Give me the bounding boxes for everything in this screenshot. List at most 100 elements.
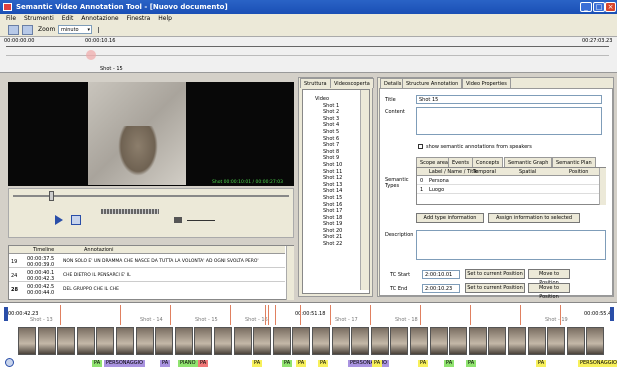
tab-videoscoperta[interactable]: Videoscoperta <box>330 78 374 88</box>
annotation-tag[interactable]: PA <box>418 360 429 367</box>
frame-thumbnail[interactable] <box>116 327 134 355</box>
annotation-tag[interactable]: PERSONAGGIO <box>104 360 145 367</box>
maximize-icon[interactable]: □ <box>593 2 605 12</box>
frame-thumbnail[interactable] <box>351 327 370 355</box>
frame-thumbnail[interactable] <box>174 327 193 355</box>
subtab-semantic-graph[interactable]: Semantic Graph <box>504 157 553 167</box>
annotation-tag[interactable]: PA <box>198 360 209 367</box>
annotation-tag[interactable]: PA <box>252 360 263 367</box>
title-input[interactable]: Shot 15 <box>416 95 602 104</box>
frame-thumbnail[interactable] <box>214 327 232 355</box>
frame-thumbnail[interactable] <box>312 327 330 355</box>
stop-icon[interactable] <box>71 215 81 225</box>
annotation-tag[interactable]: PA <box>444 360 455 367</box>
speakers-checkbox[interactable] <box>418 144 423 149</box>
frame-thumbnail[interactable] <box>508 327 526 355</box>
frame-thumbnail[interactable] <box>96 327 115 355</box>
annotation-tag[interactable]: PA <box>318 360 329 367</box>
zoom-select[interactable]: minuto ▾ <box>58 25 92 34</box>
tab-structure[interactable]: Struttura <box>300 78 331 88</box>
annotation-tag[interactable]: PA <box>160 360 171 367</box>
annotation-tag[interactable]: PERSONAGGIO <box>348 360 389 367</box>
left-marker[interactable] <box>4 307 8 321</box>
frame-thumbnail[interactable] <box>468 327 487 355</box>
frame-thumbnail[interactable] <box>586 327 605 355</box>
subtab-scope[interactable]: Scope area <box>416 157 452 167</box>
frame-thumbnail[interactable] <box>57 327 76 355</box>
menu-edit[interactable]: Edit <box>62 15 74 22</box>
frame-thumbnail[interactable] <box>155 327 174 355</box>
seek-bar[interactable] <box>13 195 289 197</box>
bottom-timeline[interactable]: 00:00:42.23 00:00:51.18 00:00:55.41 Shot… <box>0 302 617 372</box>
save-icon[interactable] <box>22 25 33 35</box>
annotation-tag[interactable]: PA <box>466 360 477 367</box>
frame-thumbnail[interactable] <box>135 327 154 355</box>
frame-thumbnail[interactable] <box>429 327 448 355</box>
annotation-tag[interactable]: PIANO <box>178 360 198 367</box>
menu-tools[interactable]: Strumenti <box>24 15 54 22</box>
frame-thumbnail[interactable] <box>76 327 95 355</box>
play-icon[interactable] <box>54 215 64 225</box>
menu-help[interactable]: Help <box>158 15 172 22</box>
table-row[interactable]: 24 00:00:40.1 00:00:42.3 CHE DIETRO IL P… <box>9 269 285 282</box>
frame-thumbnail[interactable] <box>370 327 389 355</box>
subtab-events[interactable]: Events <box>448 157 473 167</box>
subtab-concepts[interactable]: Concepts <box>472 157 504 167</box>
table-scrollbar[interactable] <box>286 246 294 300</box>
menu-window[interactable]: Finestra <box>127 15 151 22</box>
frame-thumbnail[interactable] <box>410 327 428 355</box>
globe-icon[interactable] <box>5 358 14 367</box>
annotation-tag[interactable]: PERSONAGGIO <box>578 360 617 367</box>
annotation-tag[interactable]: PA <box>92 360 103 367</box>
tab-video-properties[interactable]: Video Properties <box>462 78 511 88</box>
table-row[interactable]: 19 00:00:37.5 00:00:39.0 NON SOLO E' UN … <box>9 255 285 268</box>
tc-end-input[interactable]: 2:00:10.23 <box>422 284 460 293</box>
description-textarea[interactable] <box>416 230 606 260</box>
minimize-icon[interactable]: _ <box>580 2 592 12</box>
content-textarea[interactable] <box>416 107 602 135</box>
frame-thumbnail[interactable] <box>37 327 56 355</box>
subtab-semantic-plan[interactable]: Semantic Plan <box>552 157 596 167</box>
right-marker[interactable] <box>610 307 614 321</box>
seek-handle[interactable] <box>49 191 54 201</box>
move-start-button[interactable]: Move to Position <box>528 269 570 286</box>
annotation-tag[interactable]: PA <box>296 360 307 367</box>
tc-start-input[interactable]: 2:00:10.01 <box>422 270 460 279</box>
frame-thumbnail[interactable] <box>292 327 311 355</box>
frame-thumbnail[interactable] <box>253 327 272 355</box>
top-timeline[interactable]: 00:00:00.00 00:00:10.16 00:27:03.23 Shot… <box>0 37 617 73</box>
annotation-tag[interactable]: PA <box>282 360 293 367</box>
volume-slider[interactable] <box>187 220 215 221</box>
set-start-button[interactable]: Set to current Position <box>465 269 525 279</box>
frame-thumbnail[interactable] <box>331 327 350 355</box>
set-end-button[interactable]: Set to current Position <box>465 283 525 293</box>
menu-annotation[interactable]: Annotazione <box>81 15 118 22</box>
add-type-button[interactable]: Add type information <box>416 213 484 223</box>
zoom-slider[interactable] <box>98 27 110 33</box>
tree-scrollbar[interactable] <box>360 90 369 290</box>
table-row[interactable]: 28 00:00:42.5 00:00:44.0 DEL GRUPPO CHE … <box>9 283 285 297</box>
frame-thumbnail[interactable] <box>194 327 213 355</box>
frame-thumbnail[interactable] <box>233 327 252 355</box>
frame-thumbnail[interactable] <box>449 327 468 355</box>
annotation-tag[interactable]: PA <box>536 360 547 367</box>
menu-file[interactable]: File <box>6 15 16 22</box>
semantic-scrollbar[interactable] <box>599 168 606 205</box>
tab-structure-annotation[interactable]: Structure Annotation <box>402 78 463 88</box>
frame-thumbnail[interactable] <box>272 327 291 355</box>
frame-thumbnail[interactable] <box>18 327 36 355</box>
open-icon[interactable] <box>8 25 19 35</box>
frame-thumbnail[interactable] <box>547 327 566 355</box>
table-row[interactable]: 0 Persona <box>417 177 599 185</box>
close-icon[interactable]: × <box>605 2 616 12</box>
assign-button[interactable]: Assign information to selected <box>488 213 580 223</box>
playhead-marker[interactable] <box>86 50 96 60</box>
frame-thumbnail[interactable] <box>527 327 546 355</box>
table-row[interactable]: 1 Luogo <box>417 186 599 194</box>
move-end-button[interactable]: Move to Position <box>528 283 570 300</box>
frame-thumbnail[interactable] <box>566 327 585 355</box>
structure-tree[interactable]: Video Shot 1 Shot 2 Shot 3 Shot 4 Shot 5 Shot… <box>302 89 370 294</box>
frame-thumbnail[interactable] <box>488 327 507 355</box>
frame-thumbnail[interactable] <box>390 327 409 355</box>
annotation-tag[interactable]: PA <box>372 360 383 367</box>
